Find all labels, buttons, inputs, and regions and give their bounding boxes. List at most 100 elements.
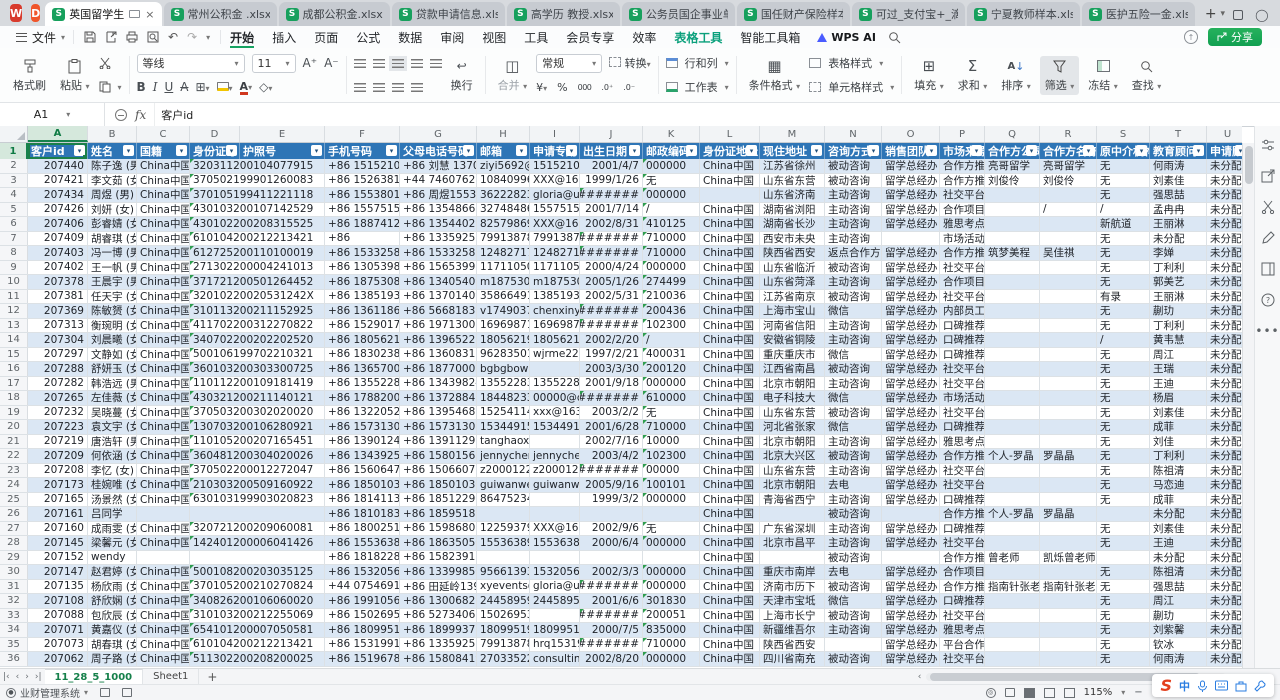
cell-N9[interactable]: 被动咨询 xyxy=(825,261,882,275)
sogou-logo[interactable]: S xyxy=(1160,676,1172,695)
cell-H32[interactable]: 244589596 xyxy=(477,594,530,608)
row-number-2[interactable]: 2 xyxy=(0,159,28,173)
cell-L6[interactable]: China中国 xyxy=(700,217,760,231)
cell-D31[interactable]: 370105200210270824 xyxy=(190,580,325,594)
cell-R6[interactable] xyxy=(1040,217,1097,231)
cell-B11[interactable]: 任天宇 (女 xyxy=(88,290,137,304)
cell-A17[interactable]: 207282 xyxy=(28,377,88,391)
cell-I22[interactable]: jennychen7 xyxy=(530,449,580,463)
mode-selector[interactable]: ● 业财管理系统 ▾ xyxy=(0,685,94,700)
row-number-23[interactable]: 23 xyxy=(0,464,28,478)
cell-S9[interactable]: 无 xyxy=(1097,261,1150,275)
cell-D2[interactable]: 320311200104077915 xyxy=(190,159,325,173)
cell-M20[interactable]: 河北省张家 xyxy=(760,420,825,434)
cell-J4[interactable]: ######## xyxy=(580,188,643,202)
cell-M11[interactable]: 江苏省南京 xyxy=(760,290,825,304)
cell-O17[interactable]: 留学总经办 xyxy=(882,377,940,391)
cell-H2[interactable]: ziyi5692@ xyxy=(477,159,530,173)
format-painter-button[interactable]: 格式刷 xyxy=(8,56,51,95)
cell-Q35[interactable] xyxy=(985,638,1040,652)
cell-A21[interactable]: 207219 xyxy=(28,435,88,449)
cell-D36[interactable]: 511302200208200025 xyxy=(190,652,325,666)
cell-P8[interactable]: 合作方推荐 xyxy=(940,246,985,260)
redo-icon[interactable]: ↷ xyxy=(187,30,197,44)
menu-item-页面[interactable]: 页面 xyxy=(305,26,347,48)
filter-dropdown-icon[interactable]: ▾ xyxy=(226,145,237,156)
cell-L9[interactable]: China中国 xyxy=(700,261,760,275)
row-number-16[interactable]: 16 xyxy=(0,362,28,376)
cell-I4[interactable]: gloria@uk xyxy=(530,188,580,202)
cell-Q30[interactable] xyxy=(985,565,1040,579)
add-sheet-button[interactable]: + xyxy=(199,670,225,684)
cell-A22[interactable]: 207209 xyxy=(28,449,88,463)
cell-F33[interactable]: +86 15026953 xyxy=(325,609,400,623)
cell-I18[interactable]: 00000@qq xyxy=(530,391,580,405)
filter-dropdown-icon[interactable]: ▾ xyxy=(971,145,982,156)
filter-dropdown-icon[interactable]: ▾ xyxy=(1235,145,1242,156)
cell-O10[interactable]: 留学总经办 xyxy=(882,275,940,289)
cell-J18[interactable]: ######## xyxy=(580,391,643,405)
cell-T15[interactable]: 周江 xyxy=(1150,348,1207,362)
cell-D5[interactable]: 430103200107142529 xyxy=(190,203,325,217)
cell-U19[interactable]: 未分配 xyxy=(1207,406,1242,420)
cell-T17[interactable]: 王迪 xyxy=(1150,377,1207,391)
cell-I26[interactable] xyxy=(530,507,580,521)
cell-K19[interactable]: 无 xyxy=(643,406,700,420)
cell-J32[interactable]: 2001/6/6 xyxy=(580,594,643,608)
cell-R12[interactable] xyxy=(1040,304,1097,318)
cell-I34[interactable]: 180995191 xyxy=(530,623,580,637)
cell-A18[interactable]: 207265 xyxy=(28,391,88,405)
cell-C29[interactable] xyxy=(137,551,190,565)
cell-L33[interactable]: China中国 xyxy=(700,609,760,623)
cell-A20[interactable]: 207223 xyxy=(28,420,88,434)
cell-P24[interactable]: 社交平台,微 xyxy=(940,478,985,492)
cell-D35[interactable]: 610104200212213421 xyxy=(190,638,325,652)
cell-I30[interactable]: 153205639 xyxy=(530,565,580,579)
cell-U24[interactable]: 未分配 xyxy=(1207,478,1242,492)
cell-T30[interactable]: 陈祖清 xyxy=(1150,565,1207,579)
cell-K7[interactable]: 710000 xyxy=(643,232,700,246)
filter-dropdown-icon[interactable]: ▾ xyxy=(1136,145,1147,156)
cell-K10[interactable]: 274499 xyxy=(643,275,700,289)
cell-B17[interactable]: 韩浩远 (男 xyxy=(88,377,137,391)
cell-U26[interactable]: 未分配 xyxy=(1207,507,1242,521)
cell-M17[interactable]: 北京市朝阳 xyxy=(760,377,825,391)
cell-P26[interactable]: 合作方推荐 xyxy=(940,507,985,521)
cell-C11[interactable]: China中国 xyxy=(137,290,190,304)
cell-Q8[interactable]: 筑梦美程 xyxy=(985,246,1040,260)
cell-U34[interactable]: 未分配 xyxy=(1207,623,1242,637)
fill-color-button[interactable]: ▾ xyxy=(217,81,233,94)
cell-M31[interactable]: 济南市历下 xyxy=(760,580,825,594)
cell-C31[interactable]: China中国 xyxy=(137,580,190,594)
cell-C13[interactable]: China中国 xyxy=(137,319,190,333)
cell-D29[interactable] xyxy=(190,551,325,565)
cell-S4[interactable]: 无 xyxy=(1097,188,1150,202)
cell-P9[interactable]: 社交平台,亚 xyxy=(940,261,985,275)
filter-dropdown-icon[interactable]: ▾ xyxy=(463,145,474,156)
cell-K11[interactable]: 210036 xyxy=(643,290,700,304)
row-number-21[interactable]: 21 xyxy=(0,435,28,449)
merge-cells-button[interactable]: ◫ 合并 ▾ xyxy=(493,56,533,95)
cell-G11[interactable]: +86 1370140948 xyxy=(400,290,477,304)
cell-A30[interactable]: 207147 xyxy=(28,565,88,579)
cell-I33[interactable] xyxy=(530,609,580,623)
cell-S21[interactable]: 无 xyxy=(1097,435,1150,449)
cell-Q9[interactable] xyxy=(985,261,1040,275)
cell-U23[interactable]: 未分配 xyxy=(1207,464,1242,478)
cell-I13[interactable]: 169698712 xyxy=(530,319,580,333)
sort-button[interactable]: A↓ 排序 ▾ xyxy=(996,56,1036,95)
cell-H17[interactable]: 135522836 xyxy=(477,377,530,391)
italic-button[interactable]: I xyxy=(153,80,158,94)
cell-S15[interactable]: 无 xyxy=(1097,348,1150,362)
cell-U29[interactable]: 未分配 xyxy=(1207,551,1242,565)
sum-button[interactable]: Σ 求和 ▾ xyxy=(953,56,993,95)
cut-icon[interactable] xyxy=(99,57,111,69)
cell-G19[interactable]: +86 1395468251 xyxy=(400,406,477,420)
cell-T23[interactable]: 陈祖清 xyxy=(1150,464,1207,478)
increase-font-icon[interactable]: A⁺ xyxy=(303,56,318,70)
menu-item-效率[interactable]: 效率 xyxy=(623,26,665,48)
cell-F4[interactable]: +86 15538019 xyxy=(325,188,400,202)
cell-S12[interactable]: 无 xyxy=(1097,304,1150,318)
cell-O14[interactable]: 留学总经办 xyxy=(882,333,940,347)
cell-M6[interactable]: 湖南省长沙 xyxy=(760,217,825,231)
